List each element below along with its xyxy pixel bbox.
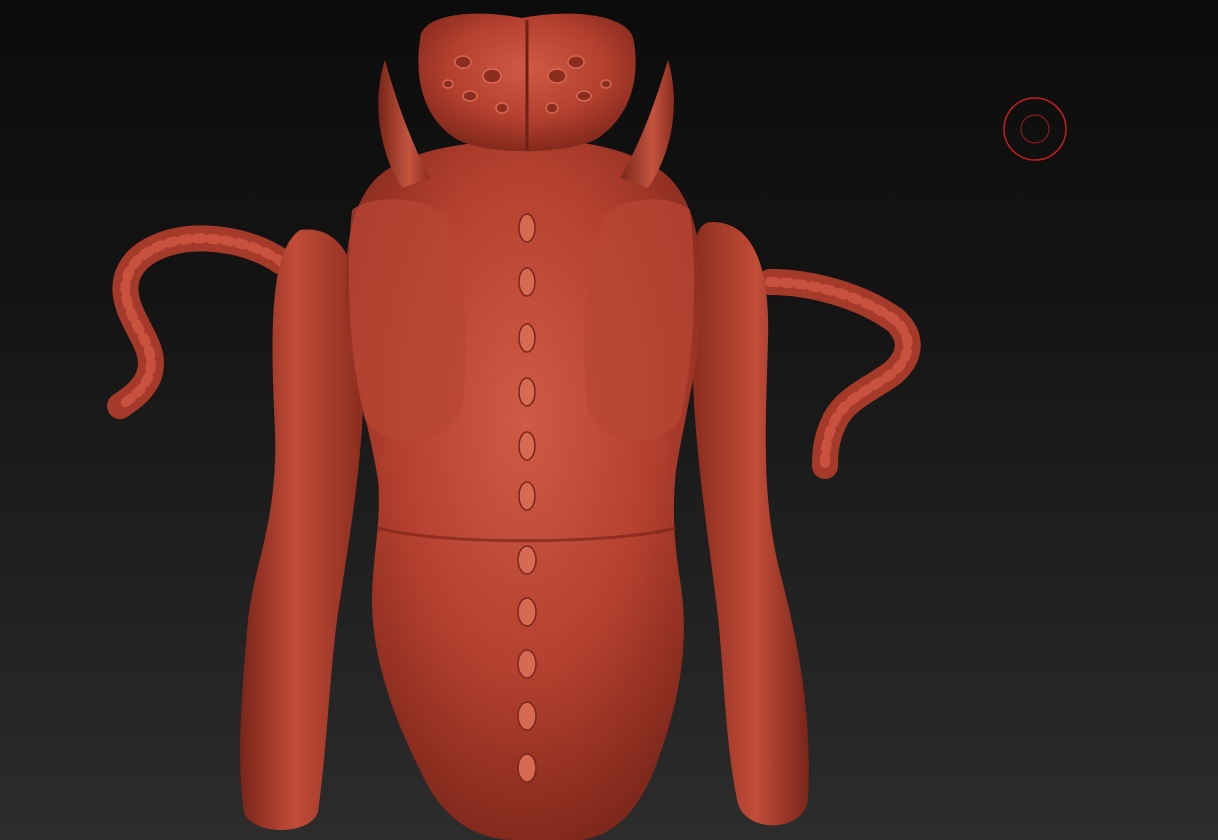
right-shoulder-plate: [584, 199, 695, 442]
head: [418, 13, 636, 152]
sculpt-viewport[interactable]: [0, 0, 1218, 840]
right-arm: [691, 222, 809, 826]
left-arm: [240, 229, 364, 830]
right-tentacle: [757, 269, 921, 479]
left-shoulder-plate: [348, 199, 466, 442]
left-tentacle: [107, 225, 295, 419]
brush-cursor-icon[interactable]: [1002, 96, 1068, 162]
